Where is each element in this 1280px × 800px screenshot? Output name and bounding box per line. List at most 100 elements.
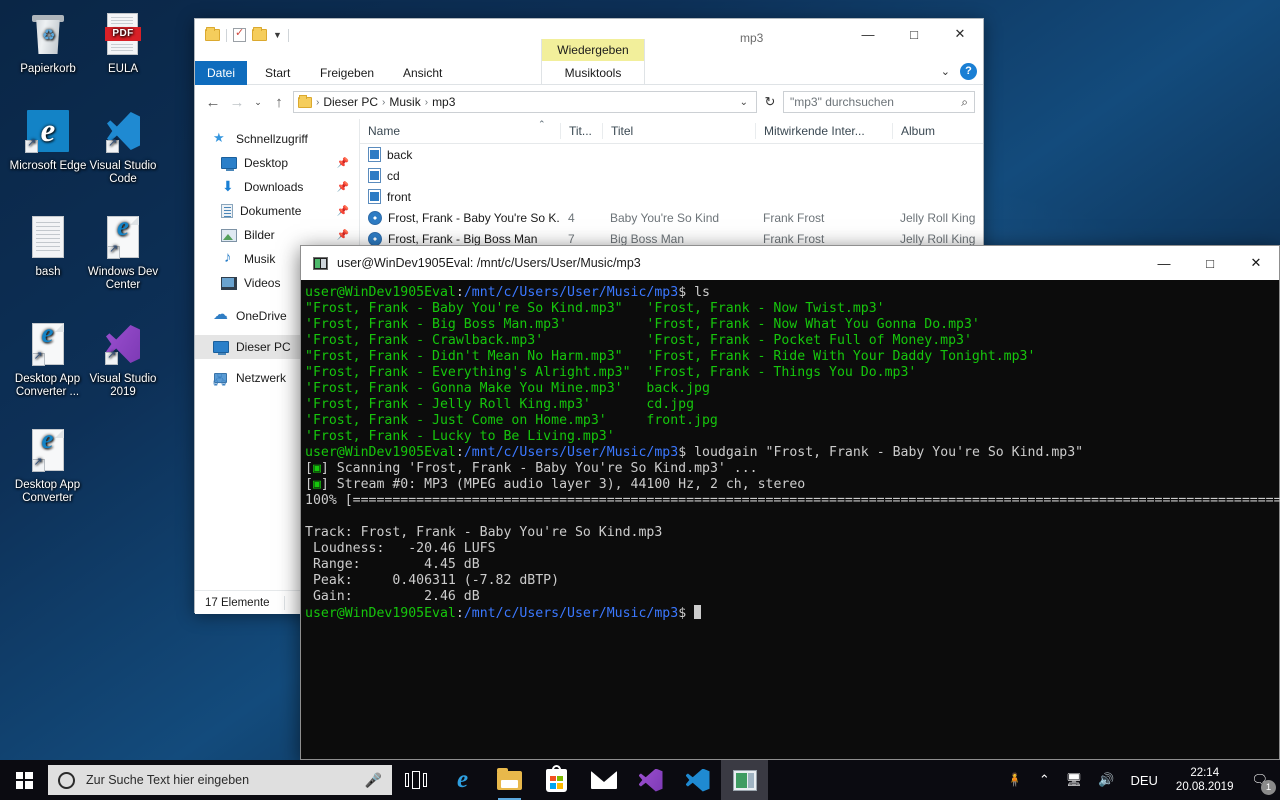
column-header-album[interactable]: Album: [892, 123, 982, 139]
start-button[interactable]: [0, 760, 48, 800]
nav-item-label: Musik: [244, 252, 276, 266]
table-row[interactable]: Frost, Frank - Baby You're So K... 4 Bab…: [360, 207, 983, 228]
people-icon[interactable]: 🧍: [999, 760, 1031, 800]
column-header-name[interactable]: Name: [360, 123, 560, 139]
desktop-icon-visual-studio-code[interactable]: Visual Studio Code: [81, 105, 165, 186]
download-icon: [221, 178, 237, 195]
search-input[interactable]: [790, 95, 962, 109]
taskbar-search-placeholder[interactable]: Zur Suche Text hier eingeben: [86, 773, 354, 787]
desktop-icon-microsoft-edge[interactable]: e Microsoft Edge: [6, 105, 90, 173]
contextual-tab-group-musiktools[interactable]: Wiedergeben Musiktools: [541, 39, 645, 85]
breadcrumb-item-dieser-pc[interactable]: Dieser PC: [323, 95, 378, 109]
item-count: 17 Elemente: [205, 596, 270, 609]
breadcrumb-item-mp3[interactable]: mp3: [432, 95, 455, 109]
volume-icon[interactable]: 🔊: [1090, 760, 1122, 800]
up-button[interactable]: ↑: [269, 94, 289, 111]
refresh-button[interactable]: ↻: [761, 94, 779, 110]
folder-icon[interactable]: [205, 27, 220, 41]
desktop-icon-windows-dev-center[interactable]: e Windows Dev Center: [81, 211, 165, 292]
action-center-button[interactable]: 🗨 1: [1243, 760, 1280, 800]
table-row[interactable]: front: [360, 186, 983, 207]
taskbar[interactable]: Zur Suche Text hier eingeben 🎤 e 🧍 ⌃ 🖥 🔊…: [0, 760, 1280, 800]
network-icon[interactable]: 🖥: [1058, 760, 1091, 800]
language-indicator[interactable]: DEU: [1122, 760, 1165, 800]
terminal-icon: [732, 769, 757, 791]
text-document-icon: [6, 211, 90, 263]
forward-button[interactable]: →: [227, 94, 247, 111]
new-folder-icon[interactable]: [252, 27, 267, 41]
terminal-output[interactable]: user@WinDev1905Eval:/mnt/c/Users/User/Mu…: [301, 280, 1280, 622]
terminal-title-bar[interactable]: user@WinDev1905Eval: /mnt/c/Users/User/M…: [301, 246, 1279, 280]
minimize-button[interactable]: —: [845, 19, 891, 49]
address-bar[interactable]: ← → ⌄ ↑ › Dieser PC › Musik › mp3 ⌄ ↻ ⌕: [195, 85, 983, 119]
clock[interactable]: 22:14 20.08.2019: [1166, 760, 1244, 800]
chevron-down-icon[interactable]: ⌄: [941, 65, 950, 78]
file-title: Baby You're So Kind: [610, 210, 720, 225]
maximize-button[interactable]: □: [1187, 246, 1233, 280]
table-row[interactable]: back: [360, 144, 983, 165]
document-icon: [221, 204, 233, 218]
recent-locations-button[interactable]: ⌄: [251, 97, 265, 108]
column-header-track[interactable]: Tit...: [560, 123, 602, 139]
system-tray[interactable]: 🧍 ⌃ 🖥 🔊 DEU 22:14 20.08.2019 🗨 1: [999, 760, 1280, 800]
desktop-icon-visual-studio-2019[interactable]: Visual Studio 2019: [81, 318, 165, 399]
taskbar-button-visual-studio-code[interactable]: [674, 760, 721, 800]
back-button[interactable]: ←: [203, 94, 223, 111]
breadcrumb-item-musik[interactable]: Musik: [389, 95, 420, 109]
nav-item-dokumente[interactable]: Dokumente 📌: [195, 199, 359, 223]
desktop-icon-label: Windows Dev Center: [87, 266, 159, 291]
edge-shortcut-icon: e: [81, 211, 165, 263]
nav-item-bilder[interactable]: Bilder 📌: [195, 223, 359, 247]
tab-ansicht[interactable]: Ansicht: [391, 61, 454, 85]
tab-start[interactable]: Start: [253, 61, 302, 85]
tab-freigeben[interactable]: Freigeben: [308, 61, 386, 85]
nav-item-schnellzugriff[interactable]: Schnellzugriff: [195, 127, 359, 151]
file-track: 7: [568, 231, 575, 246]
taskbar-button-visual-studio[interactable]: [627, 760, 674, 800]
breadcrumb[interactable]: › Dieser PC › Musik › mp3 ⌄: [293, 91, 757, 113]
breadcrumb-separator: ›: [382, 96, 386, 108]
file-album: Jelly Roll King: [900, 231, 976, 246]
properties-icon[interactable]: [233, 26, 246, 42]
maximize-button[interactable]: □: [891, 19, 937, 49]
close-button[interactable]: ✕: [937, 19, 983, 49]
terminal-window[interactable]: user@WinDev1905Eval: /mnt/c/Users/User/M…: [300, 245, 1280, 760]
tab-musiktools[interactable]: Musiktools: [542, 61, 644, 85]
ribbon-right-controls[interactable]: ⌄ ?: [941, 63, 977, 80]
column-header-titel[interactable]: Titel: [602, 123, 755, 139]
search-box[interactable]: ⌕: [783, 91, 975, 113]
ribbon-tab-strip[interactable]: Datei Start Freigeben Ansicht Wiedergebe…: [195, 39, 983, 85]
desktop-icon-eula[interactable]: PDF EULA: [81, 8, 165, 76]
column-headers[interactable]: Name Tit... Titel Mitwirkende Inter... A…: [360, 119, 983, 144]
minimize-button[interactable]: —: [1141, 246, 1187, 280]
tab-datei[interactable]: Datei: [195, 61, 247, 85]
explorer-window-controls[interactable]: — □ ✕: [845, 19, 983, 49]
help-button[interactable]: ?: [960, 63, 977, 80]
taskbar-button-microsoft-store[interactable]: [533, 760, 580, 800]
column-header-artist[interactable]: Mitwirkende Inter...: [755, 123, 892, 139]
desktop-icon-desktop-app-converter[interactable]: e Desktop App Converter: [0, 424, 95, 505]
taskbar-search-box[interactable]: Zur Suche Text hier eingeben 🎤: [48, 765, 392, 795]
taskbar-button-microsoft-edge[interactable]: e: [439, 760, 486, 800]
chevron-down-icon[interactable]: ▼: [273, 30, 282, 40]
contextual-group-header[interactable]: Wiedergeben: [542, 39, 644, 61]
desktop-icon-bash[interactable]: bash: [6, 211, 90, 279]
search-icon[interactable]: ⌕: [961, 95, 968, 110]
desktop-icon-label: Visual Studio 2019: [89, 373, 157, 398]
monitor-icon: [213, 341, 229, 355]
terminal-window-controls[interactable]: — □ ✕: [1141, 246, 1279, 280]
breadcrumb-dropdown-icon[interactable]: ⌄: [740, 97, 752, 108]
microphone-icon[interactable]: 🎤: [365, 772, 382, 789]
taskbar-button-file-explorer[interactable]: [486, 760, 533, 800]
nav-item-desktop[interactable]: Desktop 📌: [195, 151, 359, 175]
desktop-icon-recycle-bin[interactable]: ♻ Papierkorb: [6, 8, 90, 76]
taskbar-button-terminal[interactable]: [721, 760, 768, 800]
show-hidden-icons-chevron[interactable]: ⌃: [1031, 760, 1058, 800]
table-row[interactable]: cd: [360, 165, 983, 186]
quick-access-toolbar[interactable]: ▼: [205, 26, 289, 42]
close-button[interactable]: ✕: [1233, 246, 1279, 280]
taskbar-button-mail[interactable]: [580, 760, 627, 800]
nav-item-label: Schnellzugriff: [236, 132, 308, 146]
nav-item-downloads[interactable]: Downloads 📌: [195, 175, 359, 199]
taskbar-button-task-view[interactable]: [392, 760, 439, 800]
